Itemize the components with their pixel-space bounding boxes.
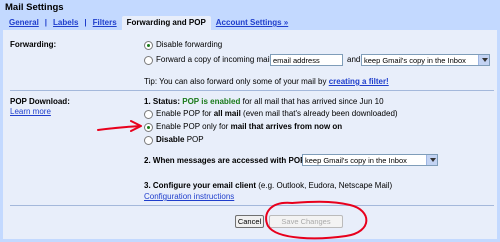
enable-pop-all-radio[interactable] xyxy=(144,110,153,119)
option-disable-suffix: POP xyxy=(186,135,204,144)
disable-pop-label: Disable POP xyxy=(156,135,204,144)
enable-pop-new-radio[interactable] xyxy=(144,123,153,132)
cancel-button[interactable]: Cancel xyxy=(235,215,264,228)
configure-client: 3. Configure your email client (e.g. Out… xyxy=(144,181,392,190)
status-prefix: 1. Status: xyxy=(144,97,181,106)
forward-keep-select[interactable]: keep Gmail's copy in the Inbox xyxy=(361,54,490,66)
enable-pop-new-label: Enable POP only for mail that arrives fr… xyxy=(156,122,342,131)
create-filter-link[interactable]: creating a filter! xyxy=(329,77,389,86)
option-new-prefix: Enable POP only for xyxy=(156,122,229,131)
tab-filters[interactable]: Filters xyxy=(88,16,122,30)
tip-text: Tip: You can also forward only some of y… xyxy=(144,77,327,86)
option-disable-bold: Disable xyxy=(156,135,185,144)
forward-copy-radio[interactable] xyxy=(144,56,153,65)
option-all-suffix: (even mail that's already been downloade… xyxy=(243,109,398,118)
chevron-down-icon xyxy=(478,55,489,65)
forwarding-tip: Tip: You can also forward only some of y… xyxy=(144,77,389,86)
tab-general[interactable]: General xyxy=(4,16,44,30)
chevron-down-icon xyxy=(426,155,437,165)
tab-labels[interactable]: Labels xyxy=(48,16,83,30)
pop-access-select-value: keep Gmail's copy in the Inbox xyxy=(305,156,407,165)
section-divider xyxy=(10,205,494,206)
forwarding-section-label: Forwarding: xyxy=(10,40,57,49)
page-title: Mail Settings xyxy=(5,2,64,13)
disable-pop-radio[interactable] xyxy=(144,136,153,145)
status-badge: POP is enabled xyxy=(182,97,241,106)
save-changes-button[interactable]: Save Changes xyxy=(269,215,343,228)
status-suffix: for all mail that has arrived since Jun … xyxy=(242,97,384,106)
forward-keep-select-value: keep Gmail's copy in the Inbox xyxy=(364,56,466,65)
forward-email-input[interactable]: email address xyxy=(270,54,343,66)
disable-forwarding-radio[interactable] xyxy=(144,41,153,50)
settings-panel: Forwarding: Disable forwarding Forward a… xyxy=(3,30,497,239)
forward-copy-label: Forward a copy of incoming mail to xyxy=(156,55,281,64)
disable-forwarding-label: Disable forwarding xyxy=(156,40,223,49)
option-new-bold: mail that arrives from now on xyxy=(230,122,343,131)
configure-examples: (e.g. Outlook, Eudora, Netscape Mail) xyxy=(258,181,393,190)
tab-forwarding-and-pop[interactable]: Forwarding and POP xyxy=(121,16,211,30)
pop-status: 1. Status: POP is enabled for all mail t… xyxy=(144,97,384,106)
access-label: 2. When messages are accessed with POP xyxy=(144,156,306,165)
configure-label: 3. Configure your email client xyxy=(144,181,257,190)
tab-account-settings[interactable]: Account Settings » xyxy=(211,16,293,30)
and-label: and xyxy=(347,55,361,64)
pop-download-label: POP Download: xyxy=(10,97,70,106)
configuration-instructions-link[interactable]: Configuration instructions xyxy=(144,192,234,201)
settings-tabs: General | Labels | Filters Forwarding an… xyxy=(4,15,293,30)
option-all-prefix: Enable POP for xyxy=(156,109,212,118)
enable-pop-all-label: Enable POP for all mail (even mail that'… xyxy=(156,109,398,118)
option-all-bold: all mail xyxy=(213,109,241,118)
section-divider xyxy=(10,90,494,91)
pop-access-select[interactable]: keep Gmail's copy in the Inbox xyxy=(302,154,438,166)
learn-more-link[interactable]: Learn more xyxy=(10,107,51,116)
